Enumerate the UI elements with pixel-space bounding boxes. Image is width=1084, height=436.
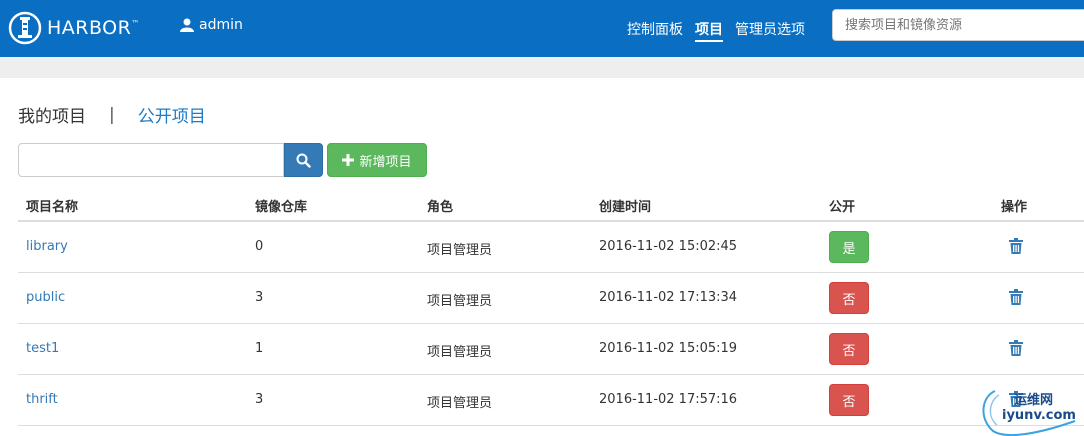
brand[interactable]: HARBOR™ (8, 10, 140, 46)
username: admin (199, 17, 243, 33)
nav-dashboard[interactable]: 控制面板 (627, 19, 683, 42)
project-filter-input[interactable] (18, 143, 284, 177)
role: 项目管理员 (427, 294, 493, 309)
user-icon (180, 18, 194, 32)
col-public: 公开 (829, 200, 856, 215)
watermark-text: iyunv.com (1002, 408, 1076, 423)
created-time: 2016-11-02 17:57:16 (599, 392, 738, 407)
role: 项目管理员 (427, 243, 493, 258)
nav-admin-options[interactable]: 管理员选项 (735, 19, 805, 42)
project-name-link[interactable]: test1 (26, 341, 59, 356)
tab-separator: | (109, 104, 115, 125)
delete-button[interactable] (1009, 340, 1023, 360)
trash-icon (1009, 289, 1023, 305)
table-row: thrift 3 项目管理员 2016-11-02 17:57:16 否 (18, 375, 1084, 426)
project-name-link[interactable]: library (26, 239, 68, 254)
created-time: 2016-11-02 17:13:34 (599, 290, 738, 305)
role: 项目管理员 (427, 396, 493, 411)
col-role[interactable]: 角色 (427, 196, 453, 215)
table-row: library 0 项目管理员 2016-11-02 15:02:45 是 (18, 222, 1084, 273)
watermark-top-text: 运维网 (1014, 393, 1054, 408)
brand-name: HARBOR™ (47, 17, 140, 39)
add-project-label: 新增项目 (359, 154, 412, 170)
add-project-button[interactable]: 新增项目 (327, 143, 427, 177)
delete-button[interactable] (1009, 289, 1023, 309)
projects-table: 项目名称 镜像仓库 角色 创建时间 公开 操作 library 0 项目管理员 … (18, 186, 1084, 426)
tab-my-projects[interactable]: 我的项目 (18, 102, 86, 127)
table-row: public 3 项目管理员 2016-11-02 17:13:34 否 (18, 273, 1084, 324)
repo-count: 3 (255, 290, 264, 305)
nav-links: 控制面板 项目 管理员选项 (627, 19, 817, 42)
nav-projects[interactable]: 项目 (695, 19, 723, 42)
created-time: 2016-11-02 15:02:45 (599, 239, 738, 254)
repo-count: 3 (255, 392, 264, 407)
project-tabs: 我的项目 | 公开项目 (18, 102, 206, 128)
global-search-input[interactable] (832, 9, 1084, 41)
search-icon (296, 153, 311, 168)
project-name-link[interactable]: public (26, 290, 65, 305)
filter-search-button[interactable] (284, 143, 323, 177)
col-repositories[interactable]: 镜像仓库 (255, 196, 307, 215)
tab-public-projects[interactable]: 公开项目 (138, 102, 206, 127)
harbor-logo-icon (8, 11, 42, 45)
table-row: test1 1 项目管理员 2016-11-02 15:05:19 否 (18, 324, 1084, 375)
public-toggle-button[interactable]: 是 (829, 231, 869, 263)
trash-icon (1009, 238, 1023, 254)
created-time: 2016-11-02 15:05:19 (599, 341, 738, 356)
public-toggle-button[interactable]: 否 (829, 282, 869, 314)
role: 项目管理员 (427, 345, 493, 360)
project-name-link[interactable]: thrift (26, 392, 58, 407)
col-project-name[interactable]: 项目名称 (26, 196, 78, 215)
user-menu[interactable]: admin (180, 17, 243, 33)
col-created[interactable]: 创建时间 (599, 196, 651, 215)
repo-count: 1 (255, 341, 264, 356)
public-toggle-button[interactable]: 否 (829, 333, 869, 365)
table-header: 项目名称 镜像仓库 角色 创建时间 公开 操作 (18, 186, 1084, 222)
trash-icon (1009, 340, 1023, 356)
top-navbar: HARBOR™ admin 控制面板 项目 管理员选项 (0, 0, 1084, 57)
plus-icon (342, 154, 355, 166)
repo-count: 0 (255, 239, 264, 254)
sub-header-bar (0, 57, 1084, 78)
delete-button[interactable] (1009, 238, 1023, 258)
public-toggle-button[interactable]: 否 (829, 384, 869, 416)
col-actions: 操作 (1001, 200, 1028, 215)
